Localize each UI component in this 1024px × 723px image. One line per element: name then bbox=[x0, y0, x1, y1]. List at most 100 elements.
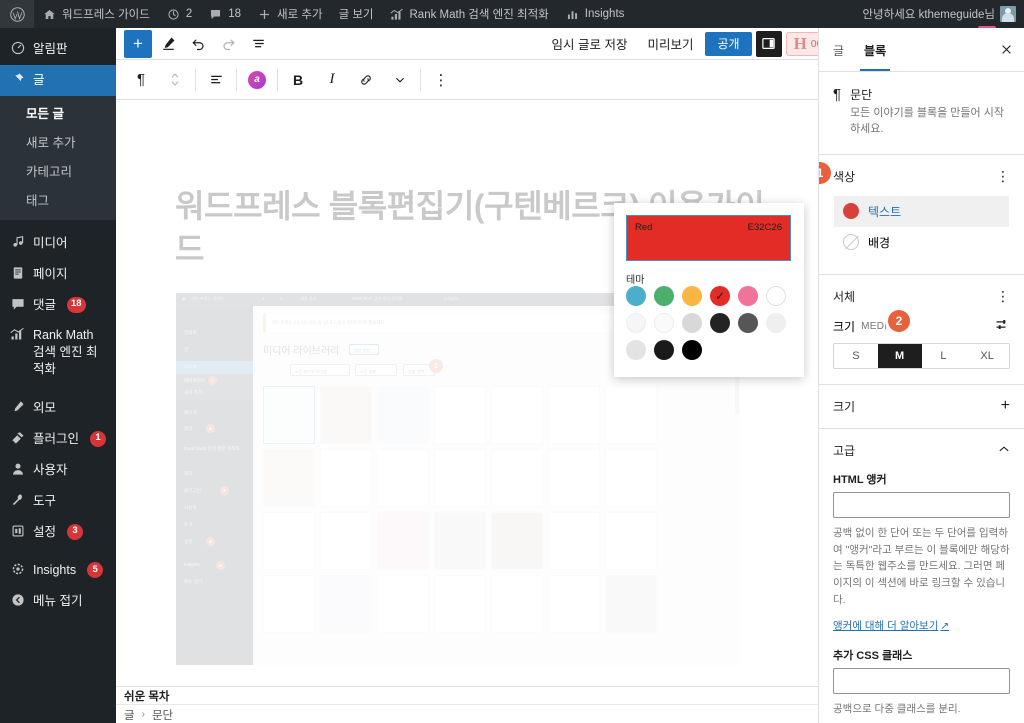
color-row-text[interactable]: 텍스트 bbox=[834, 195, 1009, 227]
admin-bar: 워드프레스 가이드 2 18 새로 추가 글 보기 Rank Math 검색 엔… bbox=[0, 0, 1024, 28]
html-anchor-help: 공백 없이 한 단어 또는 두 단어를 입력하여 "앵커"라고 부르는 이 블록… bbox=[833, 526, 1010, 607]
adminbar-greeting: 안녕하세요 kthemeguide님 bbox=[862, 9, 995, 21]
check-icon: ✓ bbox=[714, 289, 726, 303]
color-swatch-8[interactable] bbox=[682, 313, 702, 333]
sidebar-item-appearance[interactable]: 외모 bbox=[0, 393, 116, 424]
sidebar-toggle-icon[interactable] bbox=[755, 30, 782, 57]
color-swatch-10[interactable] bbox=[738, 313, 758, 333]
save-draft-button[interactable]: 임시 글로 저장 bbox=[544, 29, 636, 58]
tools-icon bbox=[9, 493, 26, 507]
embedded-marker-2: 2 bbox=[429, 359, 443, 373]
color-swatch-13[interactable] bbox=[654, 340, 674, 360]
color-row-background[interactable]: 배경 bbox=[834, 227, 1009, 258]
sidebar-item-label: 설정 bbox=[33, 524, 57, 539]
color-swatch-0[interactable] bbox=[626, 286, 646, 306]
color-swatch-1[interactable] bbox=[654, 286, 674, 306]
adminbar-view-post[interactable]: 글 보기 bbox=[331, 0, 382, 28]
sidebar-item-insights[interactable]: Insights 5 bbox=[0, 555, 116, 586]
edit-mode-icon[interactable] bbox=[154, 30, 182, 58]
additional-css-input[interactable] bbox=[833, 667, 1010, 694]
color-swatch-3-selected[interactable]: ✓ bbox=[710, 286, 730, 306]
sidebar-item-pages[interactable]: 페이지 bbox=[0, 259, 116, 290]
font-size-label: 크기 bbox=[833, 319, 856, 334]
sidebar-subitem-add-new[interactable]: 새로 추가 bbox=[0, 127, 116, 156]
color-swatch-2[interactable] bbox=[682, 286, 702, 306]
adminbar-comments[interactable]: 18 bbox=[200, 0, 249, 28]
publish-button[interactable]: 공개 bbox=[705, 31, 752, 56]
home-icon bbox=[42, 7, 57, 22]
bold-icon[interactable]: B bbox=[281, 61, 315, 99]
align-icon[interactable] bbox=[199, 61, 233, 99]
sidebar-subitem-tags[interactable]: 태그 bbox=[0, 185, 116, 214]
italic-icon[interactable]: I bbox=[315, 61, 349, 99]
sidebar-item-label: 메뉴 접기 bbox=[33, 594, 83, 609]
typography-options-kebab-menu-icon[interactable]: ⋮ bbox=[996, 288, 1010, 305]
tab-block[interactable]: 블록 bbox=[854, 29, 896, 71]
block-options-kebab-menu-icon[interactable]: ⋮ bbox=[424, 61, 458, 99]
plus-icon[interactable]: + bbox=[1001, 398, 1010, 414]
breadcrumb-item-post[interactable]: 글 bbox=[124, 707, 135, 723]
sidebar-item-dashboard[interactable]: 알림판 bbox=[0, 34, 116, 65]
typography-section-title: 서체 bbox=[833, 289, 856, 304]
color-swatch-5[interactable] bbox=[766, 286, 786, 306]
list-view-icon[interactable] bbox=[244, 30, 272, 58]
preview-button[interactable]: 미리보기 bbox=[639, 29, 701, 58]
adminbar-insights[interactable]: Insights bbox=[557, 0, 633, 28]
sidebar-item-plugins[interactable]: 플러그인 1 bbox=[0, 424, 116, 455]
sliders-icon[interactable] bbox=[995, 318, 1010, 334]
font-size-option-xl[interactable]: XL bbox=[965, 344, 1009, 368]
font-size-option-m[interactable]: M bbox=[877, 343, 922, 368]
sidebar-item-tools[interactable]: 도구 bbox=[0, 486, 116, 517]
redo-icon[interactable] bbox=[214, 30, 242, 58]
color-swatch-14[interactable] bbox=[682, 340, 702, 360]
adminbar-site-name[interactable]: 워드프레스 가이드 bbox=[34, 0, 158, 28]
color-swatch-6[interactable] bbox=[626, 313, 646, 333]
color-swatch-12[interactable] bbox=[626, 340, 646, 360]
sidebar-subitem-categories[interactable]: 카테고리 bbox=[0, 156, 116, 185]
font-size-option-s[interactable]: S bbox=[834, 344, 878, 368]
adminbar-updates[interactable]: 2 bbox=[158, 0, 200, 28]
dimensions-section[interactable]: 크기 + bbox=[819, 385, 1024, 429]
html-anchor-learn-more-link[interactable]: 앵커에 대해 더 알아보기 ↗ bbox=[833, 618, 949, 633]
adminbar-comments-count: 18 bbox=[228, 8, 242, 20]
sidebar-item-posts[interactable]: 글 bbox=[0, 64, 124, 96]
color-swatch-4[interactable] bbox=[738, 286, 758, 306]
adminbar-my-account[interactable]: 안녕하세요 kthemeguide님 bbox=[854, 0, 1024, 28]
link-icon[interactable] bbox=[349, 61, 383, 99]
move-updown-icon[interactable] bbox=[158, 61, 192, 99]
tab-post[interactable]: 글 bbox=[823, 29, 854, 71]
editor-header-left: + bbox=[116, 29, 272, 58]
paragraph-icon[interactable]: ¶ bbox=[124, 61, 158, 99]
close-icon[interactable] bbox=[992, 36, 1020, 64]
html-anchor-input[interactable] bbox=[833, 491, 1010, 518]
color-swatch-9[interactable] bbox=[710, 313, 730, 333]
undo-icon[interactable] bbox=[184, 30, 212, 58]
sidebar-item-media[interactable]: 미디어 bbox=[0, 228, 116, 259]
color-options-kebab-menu-icon[interactable]: ⋮ bbox=[996, 168, 1010, 185]
color-picker-current-swatch[interactable]: Red E32C26 bbox=[626, 215, 791, 261]
paragraph-icon: ¶ bbox=[833, 86, 842, 103]
breadcrumb-item-paragraph[interactable]: 문단 bbox=[152, 707, 173, 723]
adminbar-new-content[interactable]: 새로 추가 bbox=[249, 0, 331, 28]
font-size-option-l[interactable]: L bbox=[922, 344, 966, 368]
wordpress-logo-icon[interactable] bbox=[0, 0, 34, 28]
chevron-up-icon[interactable] bbox=[998, 444, 1010, 456]
sidebar-item-users[interactable]: 사용자 bbox=[0, 455, 116, 486]
sidebar-badge-plugins: 1 bbox=[90, 430, 107, 447]
sidebar-separator bbox=[0, 385, 116, 393]
sidebar-item-comments[interactable]: 댓글 18 bbox=[0, 290, 116, 321]
sidebar-item-settings[interactable]: 설정 3 bbox=[0, 517, 116, 548]
color-swatch-7[interactable] bbox=[654, 313, 674, 333]
sidebar-subitem-all-posts[interactable]: 모든 글 bbox=[0, 98, 116, 127]
chevron-down-icon[interactable] bbox=[383, 61, 417, 99]
block-type-group: ¶ bbox=[124, 60, 192, 100]
rankmath-icon bbox=[390, 7, 405, 22]
ai-assistant-icon[interactable]: a bbox=[240, 61, 274, 99]
adminbar-rankmath[interactable]: Rank Math 검색 엔진 최적화 bbox=[382, 0, 557, 28]
sidebar-item-rankmath[interactable]: Rank Math 검색 엔진 최적화 bbox=[0, 320, 116, 385]
sidebar-item-collapse-menu[interactable]: 메뉴 접기 bbox=[0, 586, 116, 617]
color-picker-theme-label: 테마 bbox=[626, 275, 645, 286]
color-swatch-11[interactable] bbox=[766, 313, 786, 333]
color-picker-swatch-grid: ✓ bbox=[626, 286, 792, 360]
add-block-button[interactable]: + bbox=[124, 29, 152, 58]
